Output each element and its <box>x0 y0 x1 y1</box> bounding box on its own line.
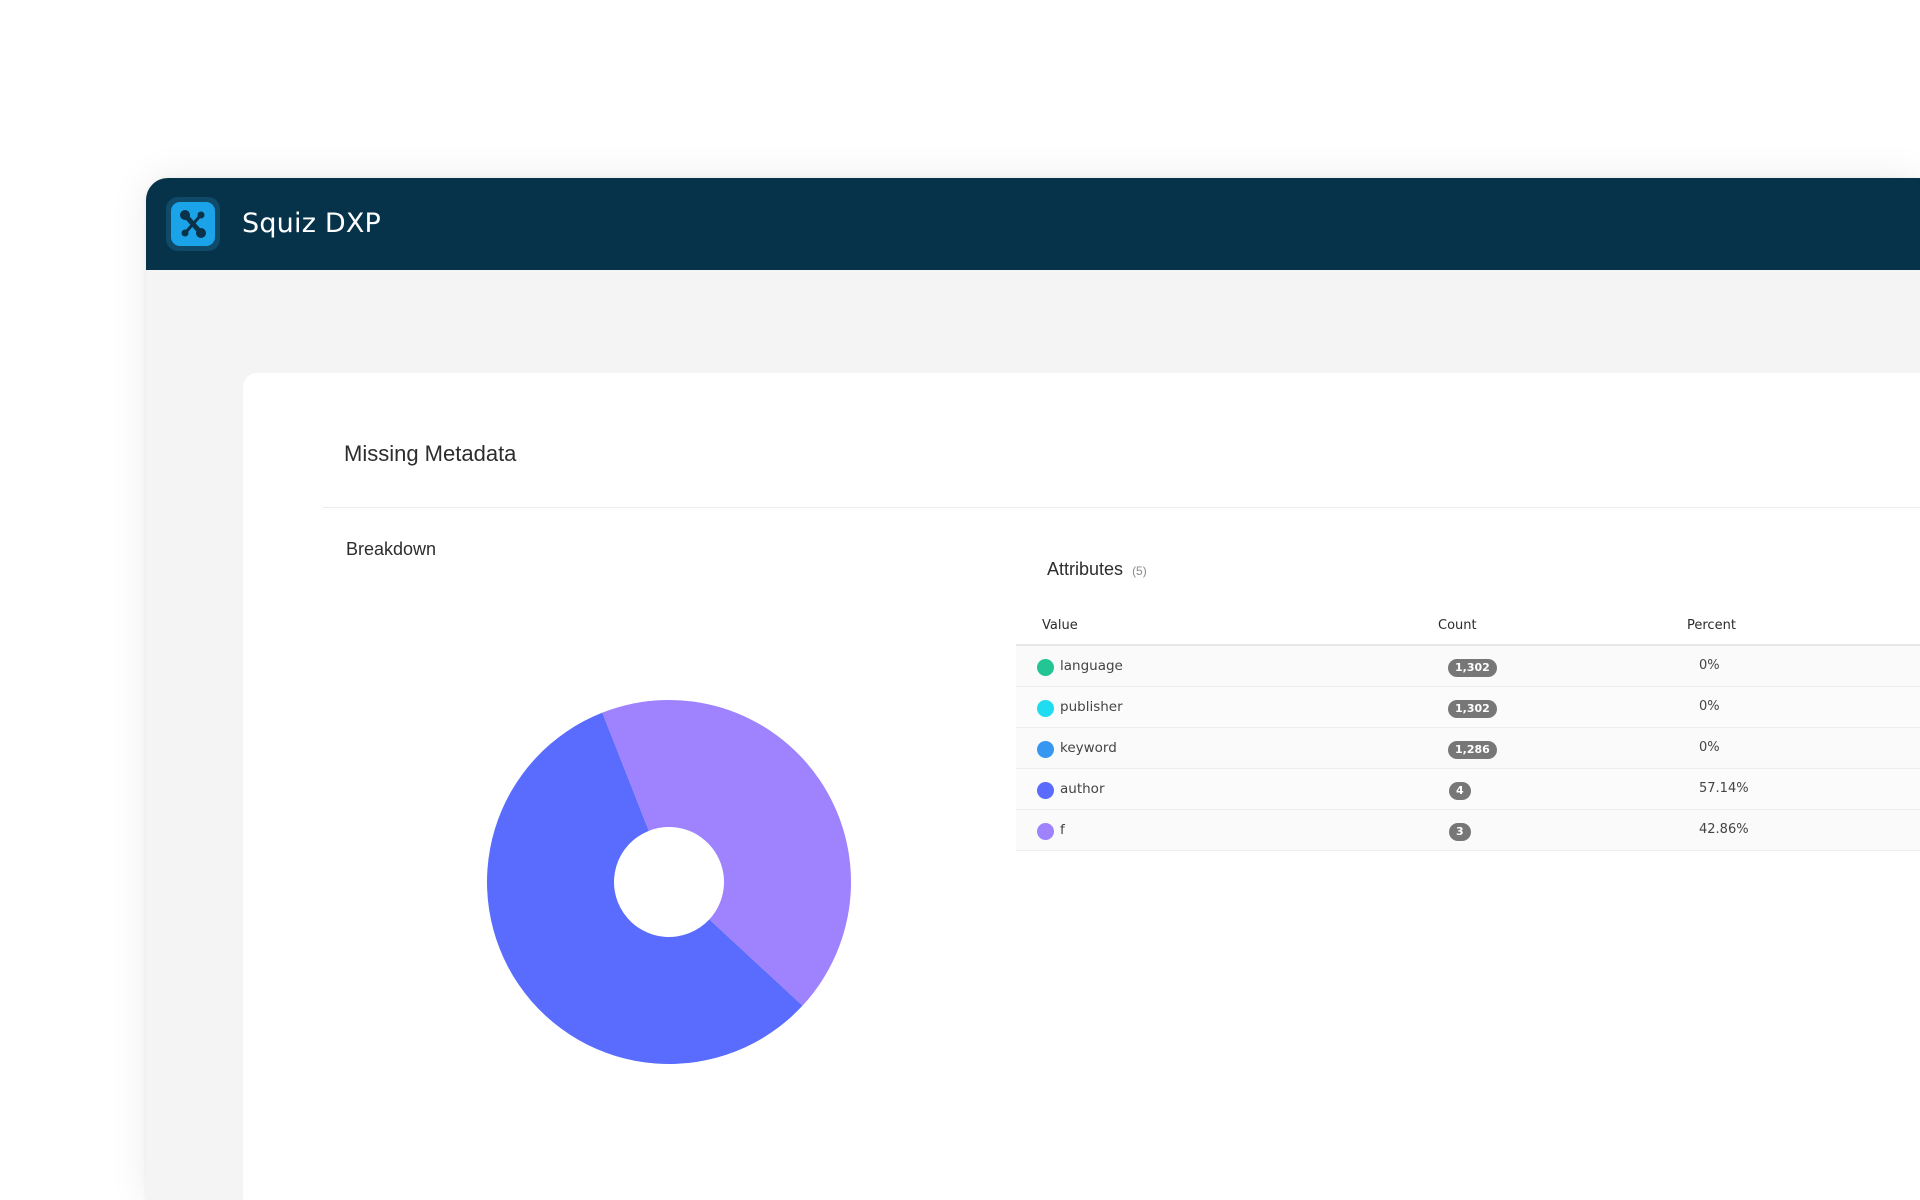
series-color-swatch <box>1037 741 1054 758</box>
row-value: publisher <box>1060 699 1123 715</box>
attributes-table: Value Count Percent language 1,302 0% pu… <box>1016 610 1920 851</box>
row-count-badge: 3 <box>1449 823 1471 841</box>
series-color-swatch <box>1037 782 1054 799</box>
row-count-badge: 1,302 <box>1448 659 1497 677</box>
table-row[interactable]: publisher 1,302 0% <box>1016 687 1920 728</box>
series-color-swatch <box>1037 659 1054 676</box>
row-value: keyword <box>1060 740 1117 756</box>
row-count-badge: 1,302 <box>1448 700 1497 718</box>
row-value: language <box>1060 658 1123 674</box>
card-divider <box>323 507 1920 508</box>
row-value: author <box>1060 781 1105 797</box>
table-row[interactable]: f 3 42.86% <box>1016 810 1920 851</box>
donut-chart-svg <box>486 700 851 1064</box>
row-percent: 0% <box>1699 699 1720 714</box>
row-percent: 0% <box>1699 740 1720 755</box>
table-header: Value Count Percent <box>1016 610 1920 646</box>
column-header-percent[interactable]: Percent <box>1687 618 1736 633</box>
row-value: f <box>1060 822 1065 838</box>
app-window: Squiz DXP Missing Metadata Breakdown Att… <box>146 178 1920 1200</box>
column-header-count[interactable]: Count <box>1438 618 1477 633</box>
attributes-count: (5) <box>1132 564 1147 578</box>
missing-metadata-card: Missing Metadata Breakdown Attributes (5… <box>243 373 1920 1200</box>
card-title: Missing Metadata <box>344 441 517 466</box>
breakdown-chart <box>485 698 853 1066</box>
squiz-logo-icon[interactable] <box>166 197 220 251</box>
row-count-badge: 4 <box>1449 782 1471 800</box>
column-header-value[interactable]: Value <box>1042 618 1078 633</box>
row-count-badge: 1,286 <box>1448 741 1497 759</box>
top-bar: Squiz DXP <box>146 178 1920 270</box>
table-body: language 1,302 0% publisher 1,302 0% key… <box>1016 646 1920 851</box>
table-row[interactable]: author 4 57.14% <box>1016 769 1920 810</box>
app-title: Squiz DXP <box>242 208 382 239</box>
row-percent: 42.86% <box>1699 822 1749 837</box>
series-color-swatch <box>1037 823 1054 840</box>
attributes-heading: Attributes (5) <box>1047 559 1147 580</box>
row-percent: 57.14% <box>1699 781 1749 796</box>
series-color-swatch <box>1037 700 1054 717</box>
table-row[interactable]: keyword 1,286 0% <box>1016 728 1920 769</box>
attributes-title: Attributes <box>1047 559 1124 579</box>
breakdown-label: Breakdown <box>346 539 437 559</box>
row-percent: 0% <box>1699 658 1720 673</box>
table-row[interactable]: language 1,302 0% <box>1016 646 1920 687</box>
